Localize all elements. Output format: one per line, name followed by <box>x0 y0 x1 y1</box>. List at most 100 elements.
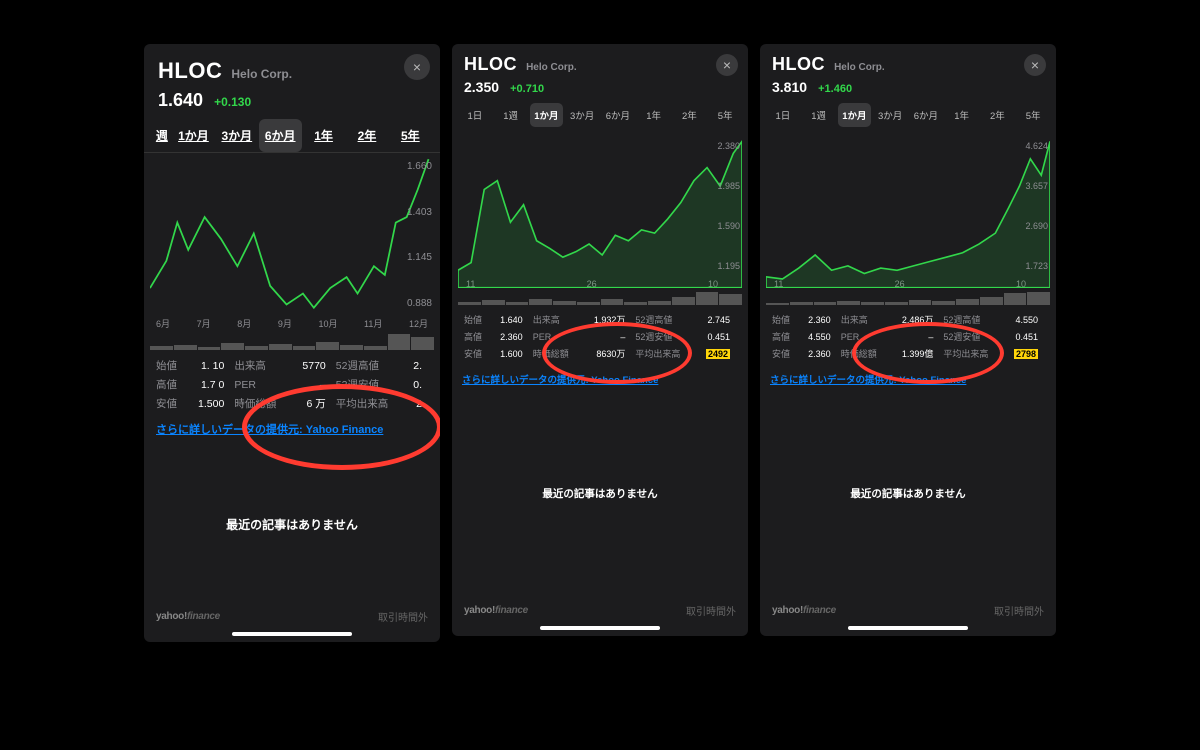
company-name: Helo Corp. <box>834 62 885 73</box>
date-caption: 12/11 <box>873 642 943 676</box>
stats-table: 始値1. 10 出来高5770 52週高値2. 高値1.7 0 PER– 52週… <box>144 350 440 417</box>
tab-5y[interactable]: 5年 <box>1016 103 1050 127</box>
header: HLOC Helo Corp. × <box>144 44 440 90</box>
footer: yahoo!finance 取引時間外 <box>452 595 748 626</box>
avgvol-highlight: 2798 <box>1014 349 1038 359</box>
tab-week[interactable]: 週 <box>152 119 172 152</box>
ticker-symbol: HLOC <box>158 58 222 84</box>
phone-panel-2: HLOC Helo Corp. × 2.350 +0.710 1日 1週 1か月… <box>452 44 748 636</box>
no-news-message: 最近の記事はありません <box>144 447 440 601</box>
footer: yahoo!finance 取引時間外 <box>760 595 1056 626</box>
yahoo-logo: yahoo!finance <box>464 605 528 616</box>
tab-2y[interactable]: 2年 <box>673 103 707 127</box>
close-icon: × <box>1031 57 1039 73</box>
ylabel: 1.145 <box>407 252 432 263</box>
chart-area[interactable]: 4.624 3.657 2.690 1.723 <box>766 137 1050 275</box>
tab-1d[interactable]: 1日 <box>766 103 800 127</box>
date-caption: 12/10 <box>564 642 637 676</box>
tab-1y[interactable]: 1年 <box>945 103 979 127</box>
close-button[interactable]: × <box>1024 54 1046 76</box>
tab-6m[interactable]: 6か月 <box>601 103 635 127</box>
yahoo-finance-link[interactable]: さらに詳しいデータの提供元: Yahoo Finance <box>452 366 748 392</box>
ylabel: 1.660 <box>407 161 432 172</box>
no-news-message: 最近の記事はありません <box>452 392 748 595</box>
yahoo-logo: yahoo!finance <box>156 611 220 622</box>
home-indicator[interactable] <box>540 626 660 630</box>
y-axis-labels: 4.624 3.657 2.690 1.723 <box>1025 137 1048 275</box>
range-tabs: 週 1か月 3か月 6か月 1年 2年 5年 <box>144 119 440 153</box>
tab-1m[interactable]: 1か月 <box>530 103 564 127</box>
header: HLOC Helo Corp. × <box>452 44 748 79</box>
panel-wrap-3: HLOC Helo Corp. × 3.810 +1.460 1日 1週 1か月… <box>760 44 1056 676</box>
tab-3m[interactable]: 3か月 <box>215 119 258 152</box>
volume-bars <box>458 291 742 305</box>
close-icon: × <box>413 59 421 75</box>
chart-area[interactable]: 2.380 1.985 1.590 1.195 <box>458 137 742 275</box>
header: HLOC Helo Corp. × <box>760 44 1056 79</box>
volume-bars <box>766 291 1050 305</box>
market-status: 取引時間外 <box>994 603 1044 618</box>
yahoo-finance-link[interactable]: さらに詳しいデータの提供元: Yahoo Finance <box>144 417 440 447</box>
price-chart <box>150 157 434 327</box>
home-indicator[interactable] <box>232 632 352 636</box>
tab-2y[interactable]: 2年 <box>981 103 1015 127</box>
tab-1m[interactable]: 1か月 <box>172 119 215 152</box>
footer: yahoo!finance 取引時間外 <box>144 601 440 632</box>
close-button[interactable]: × <box>404 54 430 80</box>
tab-1d[interactable]: 1日 <box>458 103 492 127</box>
letterbox-bottom <box>0 712 1200 750</box>
no-news-message: 最近の記事はありません <box>760 392 1056 595</box>
yahoo-finance-link[interactable]: さらに詳しいデータの提供元: Yahoo Finance <box>760 366 1056 392</box>
tab-3m[interactable]: 3か月 <box>873 103 907 127</box>
y-axis-labels: 1.660 1.403 1.145 0.888 <box>407 157 432 313</box>
price-row: 2.350 +0.710 <box>452 79 748 99</box>
avgvol-highlight: 2492 <box>706 349 730 359</box>
tab-1y[interactable]: 1年 <box>637 103 671 127</box>
price-value: 2.350 <box>464 79 499 95</box>
tab-1w[interactable]: 1週 <box>494 103 528 127</box>
tab-2y[interactable]: 2年 <box>345 119 388 152</box>
price-chart <box>458 137 742 288</box>
tab-6m[interactable]: 6か月 <box>259 119 302 152</box>
market-status: 取引時間外 <box>686 603 736 618</box>
stats-table: 始値1.640 出来高1.932万 52週高値2.745 高値2.360 PER… <box>452 305 748 366</box>
price-change: +0.130 <box>214 95 251 109</box>
home-indicator[interactable] <box>848 626 968 630</box>
volume-bars <box>150 332 434 350</box>
tab-1y[interactable]: 1年 <box>302 119 345 152</box>
company-name: Helo Corp. <box>231 67 292 81</box>
range-tabs: 1日 1週 1か月 3か月 6か月 1年 2年 5年 <box>760 99 1056 133</box>
date-caption: 12/9 <box>264 648 320 682</box>
tab-3m[interactable]: 3か月 <box>565 103 599 127</box>
market-status: 取引時間外 <box>378 609 428 624</box>
yahoo-logo: yahoo!finance <box>772 605 836 616</box>
chart-area[interactable]: 1.660 1.403 1.145 0.888 <box>150 157 434 313</box>
y-axis-labels: 2.380 1.985 1.590 1.195 <box>717 137 740 275</box>
ticker-symbol: HLOC <box>464 54 517 75</box>
letterbox-top <box>0 0 1200 38</box>
price-row: 3.810 +1.460 <box>760 79 1056 99</box>
tab-5y[interactable]: 5年 <box>389 119 432 152</box>
price-chart <box>766 137 1050 288</box>
close-icon: × <box>723 57 731 73</box>
price-value: 3.810 <box>772 79 807 95</box>
tab-5y[interactable]: 5年 <box>708 103 742 127</box>
company-name: Helo Corp. <box>526 62 577 73</box>
panel-wrap-2: HLOC Helo Corp. × 2.350 +0.710 1日 1週 1か月… <box>452 44 748 676</box>
price-row: 1.640 +0.130 <box>144 90 440 119</box>
price-change: +1.460 <box>818 83 852 95</box>
tab-6m[interactable]: 6か月 <box>909 103 943 127</box>
phone-panel-3: HLOC Helo Corp. × 3.810 +1.460 1日 1週 1か月… <box>760 44 1056 636</box>
stats-table: 始値2.360 出来高2.486万 52週高値4.550 高値4.550 PER… <box>760 305 1056 366</box>
ylabel: 0.888 <box>407 298 432 309</box>
phone-panel-1: HLOC Helo Corp. × 1.640 +0.130 週 1か月 3か月… <box>144 44 440 642</box>
panels-container: HLOC Helo Corp. × 1.640 +0.130 週 1か月 3か月… <box>0 38 1200 712</box>
ticker-symbol: HLOC <box>772 54 825 75</box>
close-button[interactable]: × <box>716 54 738 76</box>
tab-1w[interactable]: 1週 <box>802 103 836 127</box>
price-value: 1.640 <box>158 90 203 111</box>
tab-1m[interactable]: 1か月 <box>838 103 872 127</box>
ylabel: 1.403 <box>407 207 432 218</box>
price-change: +0.710 <box>510 83 544 95</box>
range-tabs: 1日 1週 1か月 3か月 6か月 1年 2年 5年 <box>452 99 748 133</box>
